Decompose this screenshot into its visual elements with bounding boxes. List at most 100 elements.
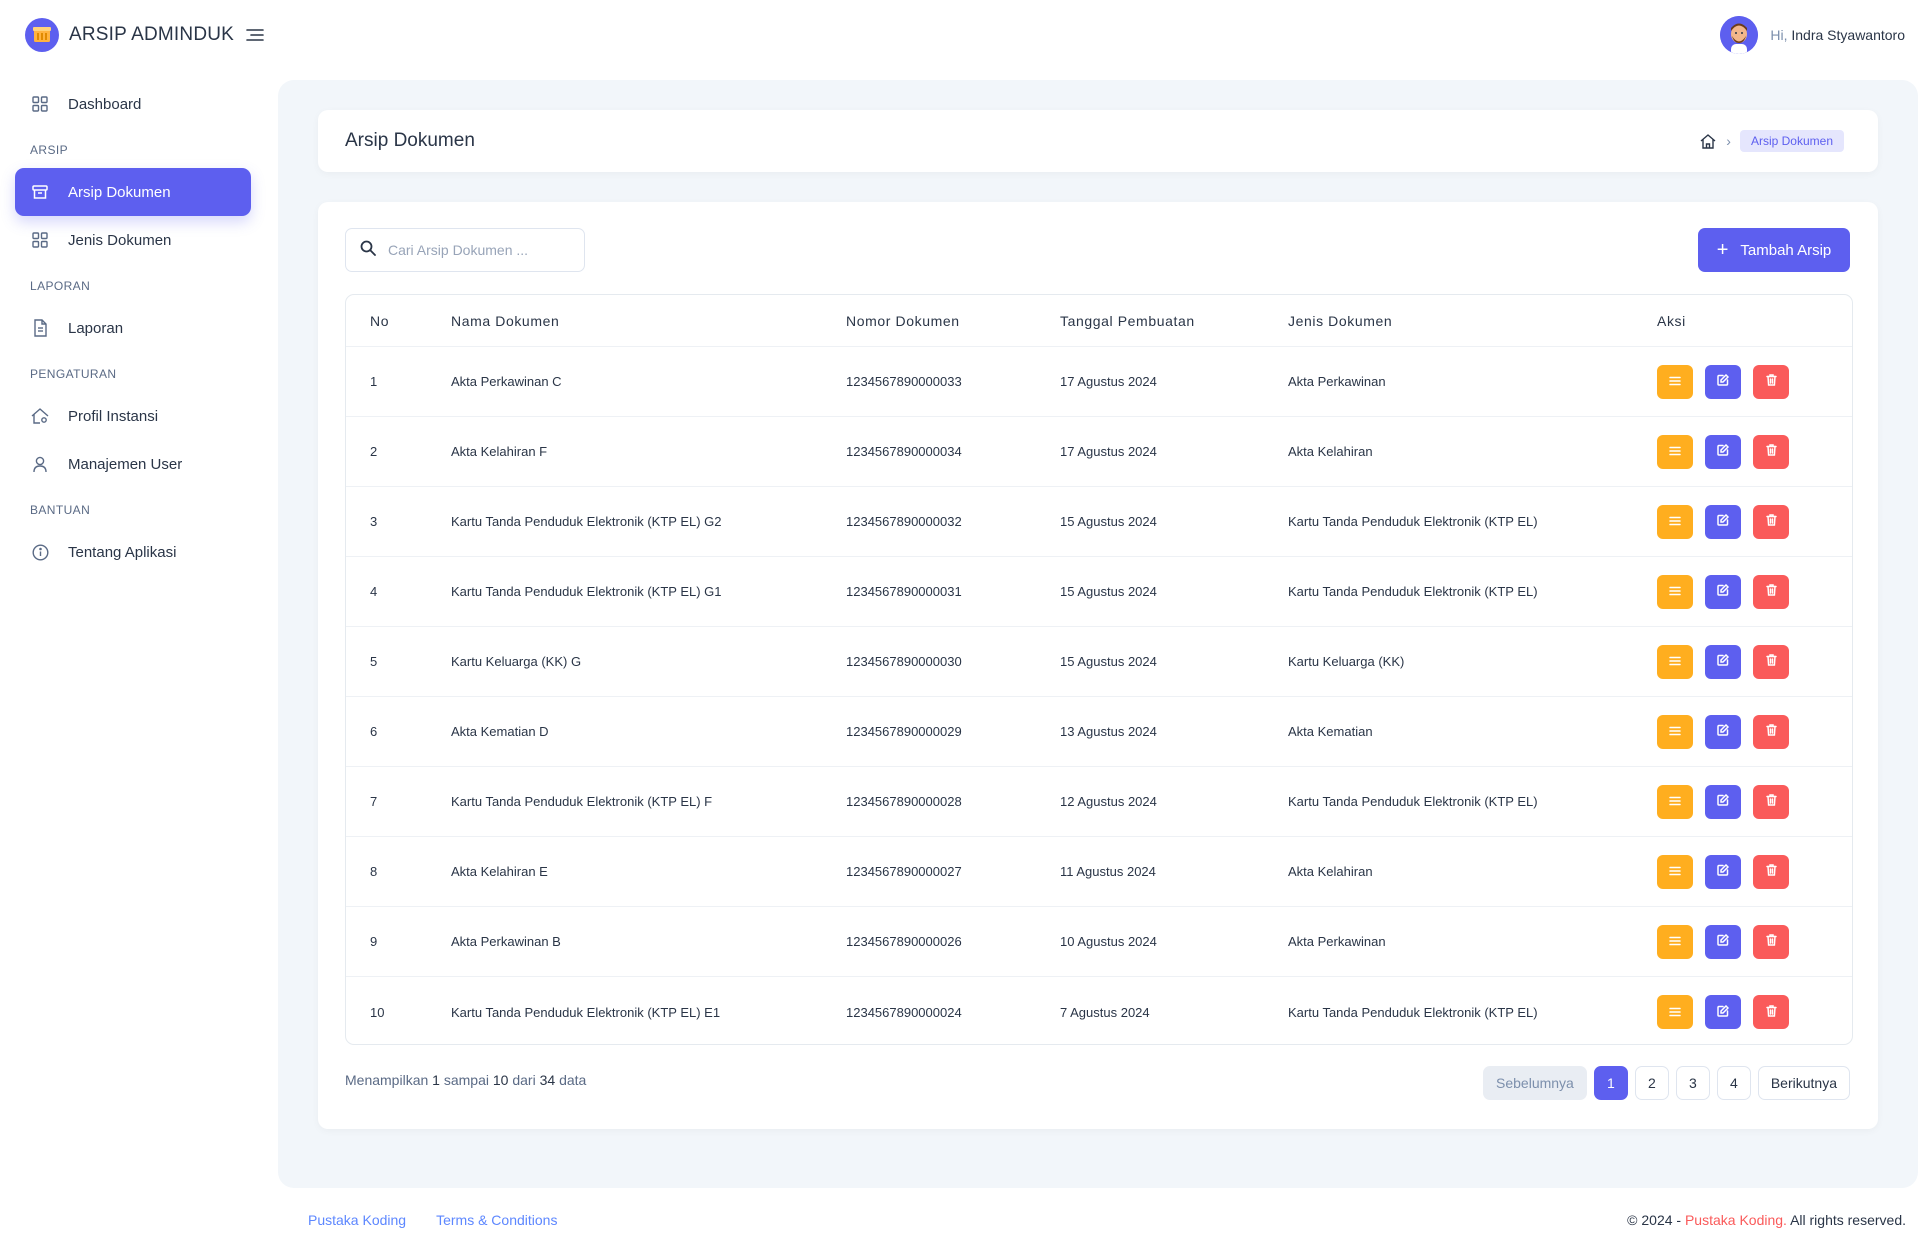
page-1-button[interactable]: 1 bbox=[1593, 1066, 1628, 1100]
view-button[interactable] bbox=[1657, 364, 1693, 399]
sidebar-item-label: Jenis Dokumen bbox=[68, 231, 172, 249]
sidebar-item-jenis-dokumen[interactable]: Jenis Dokumen bbox=[15, 216, 251, 264]
sidebar-item-profil-instansi[interactable]: Profil Instansi bbox=[15, 392, 251, 440]
cell-name: Kartu Tanda Penduduk Elektronik (KTP EL)… bbox=[451, 794, 713, 809]
delete-button[interactable] bbox=[1753, 854, 1789, 889]
page-3-button[interactable]: 3 bbox=[1675, 1066, 1710, 1100]
chevron-right-icon: › bbox=[1726, 133, 1731, 149]
cell-actions bbox=[1657, 977, 1801, 1044]
delete-button[interactable] bbox=[1753, 364, 1789, 399]
view-button[interactable] bbox=[1657, 714, 1693, 749]
delete-button[interactable] bbox=[1753, 924, 1789, 959]
trash-icon bbox=[1765, 794, 1777, 809]
cell-date: 17 Agustus 2024 bbox=[1060, 374, 1157, 389]
header-no: No bbox=[370, 312, 390, 329]
header-number: Nomor Dokumen bbox=[846, 312, 960, 329]
cell-no: 1 bbox=[370, 374, 378, 389]
footer-link-pustaka[interactable]: Pustaka Koding bbox=[308, 1212, 406, 1228]
page-2-button[interactable]: 2 bbox=[1634, 1066, 1669, 1100]
delete-button[interactable] bbox=[1753, 574, 1789, 609]
search-input[interactable] bbox=[388, 242, 578, 258]
cell-type: Kartu Tanda Penduduk Elektronik (KTP EL) bbox=[1288, 584, 1538, 599]
sidebar-item-laporan[interactable]: Laporan bbox=[15, 304, 251, 352]
sidebar-item-manajemen-user[interactable]: Manajemen User bbox=[15, 440, 251, 488]
user-avatar[interactable] bbox=[1720, 16, 1759, 54]
cell-name: Kartu Keluarga (KK) G bbox=[451, 654, 582, 669]
footer-link-terms[interactable]: Terms & Conditions bbox=[436, 1212, 557, 1228]
view-button[interactable] bbox=[1657, 434, 1693, 469]
copyright: © 2024 - Pustaka Koding. All rights rese… bbox=[1627, 1212, 1906, 1228]
cell-name: Akta Perkawinan B bbox=[451, 934, 561, 949]
edit-button[interactable] bbox=[1705, 434, 1741, 469]
prev-page-button[interactable]: Sebelumnya bbox=[1483, 1066, 1587, 1100]
breadcrumb-current: Arsip Dokumen bbox=[1739, 130, 1844, 152]
cell-name: Kartu Tanda Penduduk Elektronik (KTP EL)… bbox=[451, 1004, 721, 1020]
add-archive-button[interactable]: + Tambah Arsip bbox=[1698, 228, 1850, 272]
delete-button[interactable] bbox=[1753, 434, 1789, 469]
info-mid1: sampai bbox=[443, 1072, 489, 1088]
cell-actions bbox=[1657, 837, 1801, 906]
edit-icon bbox=[1717, 933, 1730, 949]
cell-name: Kartu Tanda Penduduk Elektronik (KTP EL)… bbox=[451, 584, 722, 599]
edit-button[interactable] bbox=[1705, 504, 1741, 539]
edit-button[interactable] bbox=[1705, 644, 1741, 679]
view-button[interactable] bbox=[1657, 995, 1693, 1029]
info-total: 34 bbox=[539, 1072, 556, 1088]
edit-icon bbox=[1717, 443, 1730, 459]
sidebar-item-dashboard[interactable]: Dashboard bbox=[15, 80, 251, 128]
edit-button[interactable] bbox=[1705, 854, 1741, 889]
brand-logo-icon bbox=[25, 18, 59, 52]
file-text-icon bbox=[30, 318, 50, 338]
cell-type: Kartu Tanda Penduduk Elektronik (KTP EL) bbox=[1288, 794, 1538, 809]
edit-icon bbox=[1717, 793, 1730, 809]
trash-icon bbox=[1765, 934, 1777, 949]
next-page-button[interactable]: Berikutnya bbox=[1757, 1066, 1850, 1100]
cell-type: Akta Perkawinan bbox=[1288, 374, 1386, 389]
view-button[interactable] bbox=[1657, 924, 1693, 959]
edit-button[interactable] bbox=[1705, 714, 1741, 749]
user-menu[interactable]: Hi, Indra Styawantoro bbox=[1720, 15, 1905, 55]
cell-number: 1234567890000033 bbox=[846, 374, 962, 389]
sidebar-item-arsip-dokumen[interactable]: Arsip Dokumen bbox=[15, 168, 251, 216]
view-button[interactable] bbox=[1657, 644, 1693, 679]
cell-no: 8 bbox=[370, 864, 378, 879]
view-button[interactable] bbox=[1657, 504, 1693, 539]
delete-button[interactable] bbox=[1753, 504, 1789, 539]
edit-button[interactable] bbox=[1705, 574, 1741, 609]
copyright-prefix: © 2024 - bbox=[1627, 1212, 1682, 1228]
copyright-suffix: All rights reserved. bbox=[1790, 1212, 1906, 1228]
cell-name: Akta Kematian D bbox=[451, 724, 549, 739]
cell-no: 4 bbox=[370, 584, 378, 599]
grid-icon bbox=[30, 230, 50, 250]
delete-button[interactable] bbox=[1753, 714, 1789, 749]
home-icon[interactable] bbox=[1699, 132, 1717, 150]
cell-number: 1234567890000028 bbox=[846, 794, 962, 809]
delete-button[interactable] bbox=[1753, 644, 1789, 679]
cell-no: 5 bbox=[370, 654, 378, 669]
view-button[interactable] bbox=[1657, 784, 1693, 819]
info-from: 1 bbox=[432, 1072, 440, 1088]
dashboard-icon bbox=[30, 94, 50, 114]
sidebar: Dashboard ARSIP Arsip Dokumen Jenis Doku… bbox=[15, 80, 251, 576]
cell-number: 1234567890000032 bbox=[846, 514, 962, 529]
copyright-brand-link[interactable]: Pustaka Koding. bbox=[1685, 1212, 1787, 1228]
pagination: Sebelumnya 1 2 3 4 Berikutnya bbox=[1483, 1066, 1850, 1100]
edit-button[interactable] bbox=[1705, 995, 1741, 1029]
page-4-button[interactable]: 4 bbox=[1716, 1066, 1751, 1100]
edit-button[interactable] bbox=[1705, 364, 1741, 399]
edit-icon bbox=[1717, 723, 1730, 739]
delete-button[interactable] bbox=[1753, 784, 1789, 819]
sidebar-item-tentang-aplikasi[interactable]: Tentang Aplikasi bbox=[15, 528, 251, 576]
cell-date: 11 Agustus 2024 bbox=[1060, 864, 1156, 879]
sidebar-item-label: Dashboard bbox=[68, 95, 142, 113]
cell-type: Kartu Tanda Penduduk Elektronik (KTP EL) bbox=[1288, 514, 1538, 529]
delete-button[interactable] bbox=[1753, 995, 1789, 1029]
table-row: 9 Akta Perkawinan B 1234567890000026 10 Agu… bbox=[346, 907, 1852, 977]
view-button[interactable] bbox=[1657, 854, 1693, 889]
view-button[interactable] bbox=[1657, 574, 1693, 609]
edit-button[interactable] bbox=[1705, 924, 1741, 959]
menu-toggle-icon[interactable] bbox=[244, 24, 266, 46]
edit-button[interactable] bbox=[1705, 784, 1741, 819]
search-box[interactable] bbox=[345, 228, 585, 272]
trash-icon bbox=[1765, 724, 1777, 739]
